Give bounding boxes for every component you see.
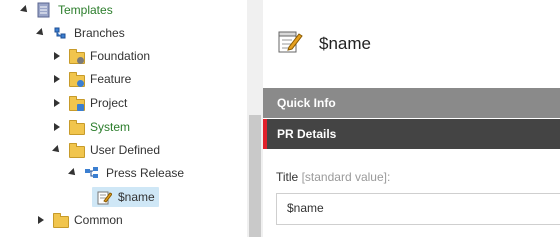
branches-icon xyxy=(52,25,68,41)
folder-icon xyxy=(68,95,85,111)
tree-label: $name xyxy=(118,190,155,204)
folder-icon xyxy=(68,142,85,158)
collapse-arrow-icon[interactable] xyxy=(68,168,78,178)
expand-arrow-icon[interactable] xyxy=(52,74,62,84)
tree-label: Feature xyxy=(90,72,132,86)
selected-item[interactable]: $name xyxy=(92,187,159,207)
tree-label: Branches xyxy=(74,26,125,40)
tree-label: User Defined xyxy=(90,143,161,157)
tree-node-press-release[interactable]: Press Release xyxy=(68,162,184,184)
content-editor: $name Quick Info PR Details Title [stand… xyxy=(263,0,560,237)
expand-arrow-icon[interactable] xyxy=(52,51,62,61)
standard-value-hint: [standard value]: xyxy=(301,170,391,184)
expand-arrow-icon[interactable] xyxy=(52,122,62,132)
expand-arrow-icon[interactable] xyxy=(36,215,46,225)
pr-details-section[interactable]: PR Details xyxy=(263,119,560,149)
template-icon xyxy=(84,165,100,181)
expand-arrow-icon[interactable] xyxy=(52,98,62,108)
title-field-label: Title [standard value]: xyxy=(276,170,390,184)
page-title: $name xyxy=(319,34,371,53)
collapse-arrow-icon[interactable] xyxy=(20,5,30,15)
tree-label: Project xyxy=(90,96,128,110)
tree-node-templates[interactable]: Templates xyxy=(20,0,113,21)
content-tree: Templates Branches Foundation Feature Pr… xyxy=(0,0,247,237)
item-header: $name xyxy=(263,0,560,87)
collapse-arrow-icon[interactable] xyxy=(52,145,62,155)
tree-node-standard-values[interactable]: $name xyxy=(92,186,159,208)
folder-icon xyxy=(68,119,85,135)
notepad-pencil-icon xyxy=(96,189,113,205)
quick-info-section[interactable]: Quick Info xyxy=(263,88,560,118)
field-label-text: Title xyxy=(276,170,299,184)
tree-node-project[interactable]: Project xyxy=(52,92,127,114)
tree-node-system[interactable]: System xyxy=(52,116,130,138)
tree-node-branches[interactable]: Branches xyxy=(36,22,125,44)
tree-node-feature[interactable]: Feature xyxy=(52,68,131,90)
notepad-pencil-icon xyxy=(277,28,303,54)
folder-icon xyxy=(68,48,85,64)
templates-icon xyxy=(36,2,52,18)
tree-node-user-defined[interactable]: User Defined xyxy=(52,139,160,161)
folder-icon xyxy=(68,71,85,87)
tree-label: Press Release xyxy=(106,166,185,180)
tree-node-foundation[interactable]: Foundation xyxy=(52,45,150,67)
tree-scrollbar-thumb[interactable] xyxy=(249,115,261,237)
tree-node-common[interactable]: Common xyxy=(36,209,123,231)
tree-label: Common xyxy=(74,213,123,227)
tree-label: Templates xyxy=(58,3,113,17)
title-input[interactable]: $name xyxy=(276,193,560,225)
folder-icon xyxy=(52,212,69,228)
tree-label: System xyxy=(90,120,131,134)
collapse-arrow-icon[interactable] xyxy=(36,28,46,38)
tree-label: Foundation xyxy=(90,49,151,63)
